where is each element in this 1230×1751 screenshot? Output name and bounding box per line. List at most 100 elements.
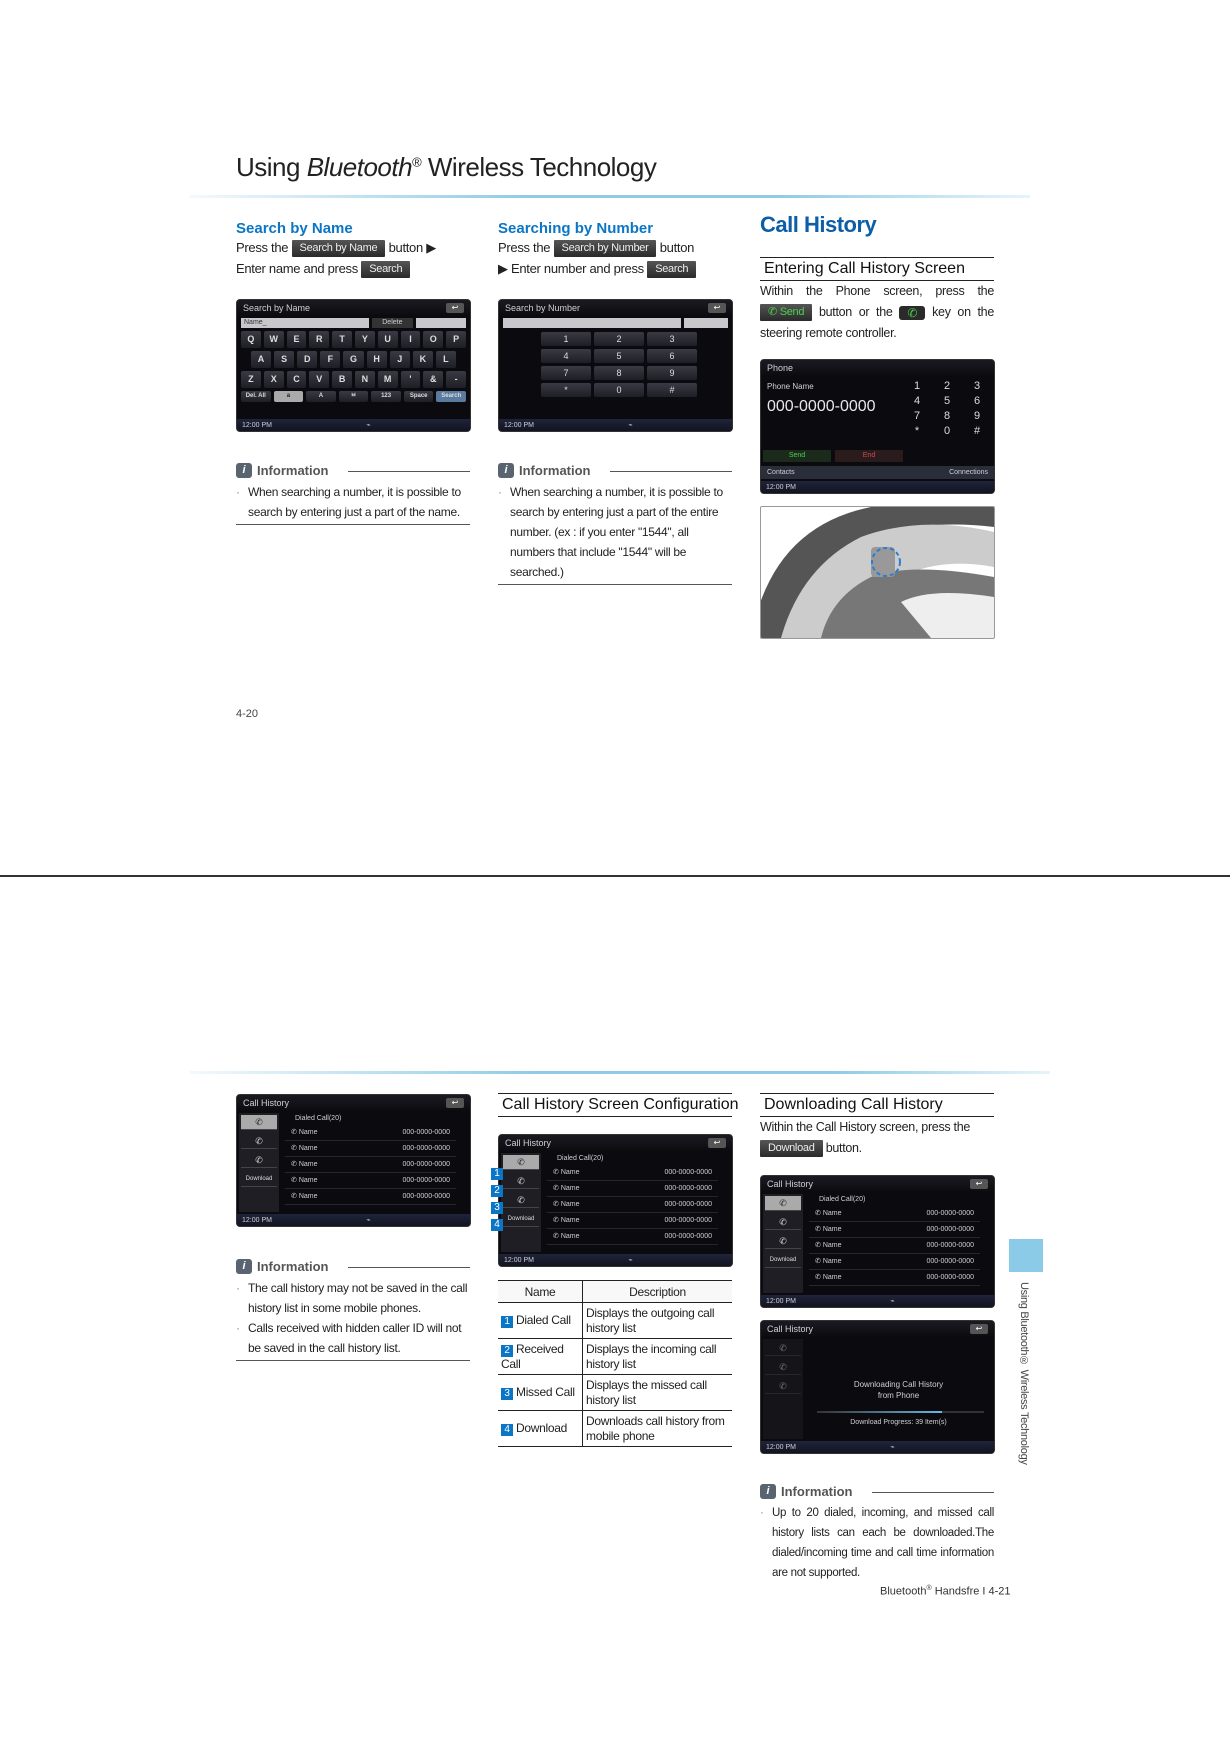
keyboard-key[interactable]: Z xyxy=(241,371,261,388)
keyboard-key[interactable]: F xyxy=(320,351,341,368)
keyboard-key[interactable]: 123 xyxy=(371,391,401,402)
download-tab[interactable]: Download xyxy=(765,1253,801,1268)
back-icon[interactable]: ↩ xyxy=(708,1138,726,1148)
phone-key[interactable]: 6 xyxy=(966,395,988,407)
numpad-key[interactable]: # xyxy=(647,383,697,397)
numpad-key[interactable]: 0 xyxy=(594,383,644,397)
keyboard-key[interactable]: Y xyxy=(354,331,375,348)
number-input[interactable] xyxy=(503,318,682,328)
call-list-row[interactable]: ✆ Name 000-0000-0000 xyxy=(547,1229,718,1245)
keyboard-key[interactable]: Del. All xyxy=(241,391,271,402)
end-button[interactable]: End xyxy=(835,450,903,462)
call-list-row[interactable]: ✆ Name 000-0000-0000 xyxy=(547,1197,718,1213)
received-tab[interactable]: ✆ xyxy=(765,1215,801,1230)
name-input[interactable]: Name_ xyxy=(241,318,369,328)
keyboard-key[interactable]: O xyxy=(423,331,444,348)
back-icon[interactable]: ↩ xyxy=(970,1179,988,1189)
missed-tab[interactable]: ✆ xyxy=(241,1153,277,1168)
phone-key[interactable]: 7 xyxy=(906,410,928,422)
keyboard-key[interactable]: S xyxy=(274,351,295,368)
missed-tab[interactable]: ✆ xyxy=(503,1193,539,1208)
delete-key[interactable]: Delete xyxy=(371,318,414,328)
dialed-tab[interactable]: ✆ xyxy=(765,1196,801,1211)
keyboard-key[interactable]: V xyxy=(309,371,330,388)
keyboard-key[interactable]: Q xyxy=(241,331,261,348)
keyboard-key[interactable]: J xyxy=(389,351,410,368)
phone-key[interactable]: # xyxy=(966,425,988,437)
call-list-row[interactable]: ✆ Name 000-0000-0000 xyxy=(809,1254,980,1270)
keyboard-key[interactable]: R xyxy=(309,331,330,348)
missed-tab[interactable]: ✆ xyxy=(765,1234,801,1249)
connections-tab[interactable]: Connections xyxy=(949,466,988,479)
search-button[interactable]: Search xyxy=(647,261,697,279)
call-list-row[interactable]: ✆ Name 000-0000-0000 xyxy=(547,1165,718,1181)
keyboard-key[interactable]: L xyxy=(435,351,456,368)
back-icon[interactable]: ↩ xyxy=(970,1324,988,1334)
keyboard-key[interactable]: W xyxy=(263,331,284,348)
keyboard-key[interactable]: A xyxy=(306,391,336,402)
numpad-key[interactable]: 8 xyxy=(594,366,644,380)
phone-key[interactable]: 2 xyxy=(936,380,958,392)
phone-key[interactable]: 0 xyxy=(936,425,958,437)
call-list-row[interactable]: ✆ Name 000-0000-0000 xyxy=(285,1141,456,1157)
keyboard-key[interactable]: U xyxy=(377,331,398,348)
keyboard-key[interactable]: T xyxy=(332,331,352,348)
keyboard-key[interactable]: G xyxy=(343,351,364,368)
received-tab[interactable]: ✆ xyxy=(241,1134,277,1149)
keyboard-key[interactable]: Search xyxy=(436,391,467,402)
numpad-key[interactable]: 4 xyxy=(541,349,591,363)
numpad-key[interactable]: 9 xyxy=(647,366,697,380)
phone-key[interactable]: 4 xyxy=(906,395,928,407)
keyboard-key[interactable]: & xyxy=(423,371,444,388)
received-tab[interactable]: ✆ xyxy=(503,1174,539,1189)
phone-key[interactable]: * xyxy=(906,425,928,437)
numpad-key[interactable]: 1 xyxy=(541,332,591,346)
keyboard-key[interactable]: A xyxy=(251,351,272,368)
keyboard-key[interactable]: M xyxy=(377,371,398,388)
keyboard-key[interactable]: B xyxy=(332,371,352,388)
call-list-row[interactable]: ✆ Name 000-0000-0000 xyxy=(809,1206,980,1222)
numpad-key[interactable]: 6 xyxy=(647,349,697,363)
keyboard-key[interactable]: ㅂ xyxy=(338,391,369,402)
dialed-tab[interactable]: ✆ xyxy=(503,1155,539,1170)
back-icon[interactable]: ↩ xyxy=(708,303,726,313)
keyboard-key[interactable]: H xyxy=(366,351,387,368)
back-icon[interactable]: ↩ xyxy=(446,1098,464,1108)
call-list-row[interactable]: ✆ Name 000-0000-0000 xyxy=(285,1125,456,1141)
numpad-key[interactable]: 5 xyxy=(594,349,644,363)
keyboard-key[interactable]: I xyxy=(400,331,421,348)
call-list-row[interactable]: ✆ Name 000-0000-0000 xyxy=(809,1270,980,1286)
call-list-row[interactable]: ✆ Name 000-0000-0000 xyxy=(547,1181,718,1197)
numpad-key[interactable]: * xyxy=(541,383,591,397)
numpad-key[interactable]: 2 xyxy=(594,332,644,346)
keyboard-key[interactable]: X xyxy=(263,371,284,388)
download-button[interactable]: Download xyxy=(760,1140,823,1158)
send-button[interactable]: Send xyxy=(763,450,831,462)
download-tab[interactable]: Download xyxy=(503,1212,539,1227)
search-by-name-button[interactable]: Search by Name xyxy=(291,240,386,258)
keyboard-key[interactable]: P xyxy=(446,331,466,348)
contacts-tab[interactable]: Contacts xyxy=(767,466,795,479)
search-button[interactable]: Search xyxy=(361,261,411,279)
phone-key[interactable]: 3 xyxy=(966,380,988,392)
call-list-row[interactable]: ✆ Name 000-0000-0000 xyxy=(547,1213,718,1229)
dialed-tab[interactable]: ✆ xyxy=(241,1115,277,1130)
phone-key[interactable]: 9 xyxy=(966,410,988,422)
keyboard-key[interactable]: C xyxy=(286,371,307,388)
phone-key[interactable]: 1 xyxy=(906,380,928,392)
download-tab[interactable]: Download xyxy=(241,1172,277,1187)
call-list-row[interactable]: ✆ Name 000-0000-0000 xyxy=(285,1173,456,1189)
send-button[interactable]: ✆ Send xyxy=(760,304,813,322)
phone-key[interactable]: 8 xyxy=(936,410,958,422)
search-by-number-button[interactable]: Search by Number xyxy=(553,240,657,258)
back-icon[interactable]: ↩ xyxy=(446,303,464,313)
keyboard-key[interactable]: N xyxy=(354,371,375,388)
keyboard-key[interactable]: ' xyxy=(400,371,421,388)
keyboard-key[interactable]: D xyxy=(297,351,318,368)
keyboard-key[interactable]: a xyxy=(273,391,304,402)
numpad-key[interactable]: 7 xyxy=(541,366,591,380)
call-list-row[interactable]: ✆ Name 000-0000-0000 xyxy=(809,1222,980,1238)
keyboard-key[interactable]: E xyxy=(286,331,307,348)
call-list-row[interactable]: ✆ Name 000-0000-0000 xyxy=(809,1238,980,1254)
keyboard-key[interactable]: K xyxy=(412,351,433,368)
